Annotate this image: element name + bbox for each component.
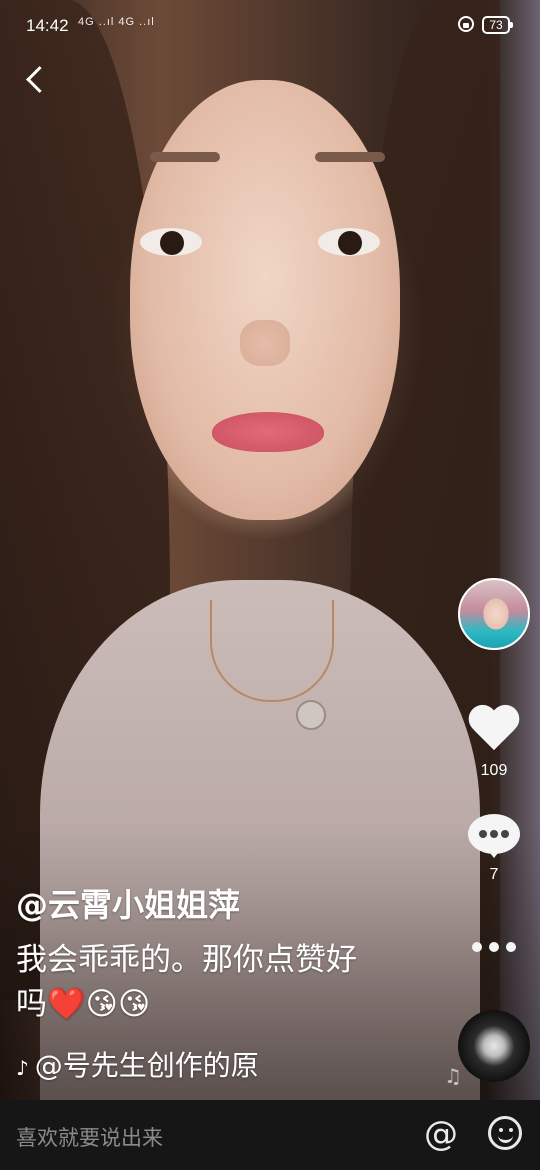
status-time: 14:42 xyxy=(26,16,69,35)
video-nose xyxy=(240,320,290,366)
signal-icon: 4G ..ıl 4G ..ıl xyxy=(78,16,155,28)
video-brow-right xyxy=(315,152,385,162)
like-count: 109 xyxy=(480,762,508,779)
heart-icon[interactable] xyxy=(468,704,520,756)
music-note-small-icon: ♪ xyxy=(16,1056,29,1080)
rotation-lock-icon xyxy=(458,16,474,32)
status-bar: 14:42 4G ..ıl 4G ..ıl 73 xyxy=(0,0,540,54)
video-eye-right xyxy=(318,228,380,256)
author-avatar[interactable] xyxy=(458,578,530,650)
music-note-icon: ♫ xyxy=(444,1064,462,1088)
music-title[interactable]: ♪ @号先生创作的原 xyxy=(16,1044,316,1084)
video-lips xyxy=(212,412,324,452)
comment-icon[interactable] xyxy=(468,814,520,860)
kiss-emoji: 😘 xyxy=(117,986,151,1022)
video-background[interactable] xyxy=(0,0,540,1100)
battery-icon: 73 xyxy=(482,16,513,34)
kiss-emoji: 😘 xyxy=(85,986,118,1022)
author-name[interactable]: @云霄小姐姐萍 xyxy=(16,880,240,926)
music-disc-icon[interactable] xyxy=(458,1010,530,1082)
like-button[interactable]: 109 xyxy=(460,704,528,780)
video-brow-left xyxy=(150,152,220,162)
at-icon[interactable]: @ xyxy=(424,1114,458,1154)
comment-dots xyxy=(479,830,509,838)
comment-input-bar[interactable]: 喜欢就要说出来 @ xyxy=(0,1100,540,1170)
more-icon[interactable] xyxy=(472,942,516,954)
video-pendant xyxy=(296,700,326,730)
video-eye-left xyxy=(140,228,202,256)
video-face xyxy=(130,80,400,520)
comment-count: 7 xyxy=(489,866,499,883)
comment-button[interactable]: 7 xyxy=(460,814,528,884)
video-caption: 我会乖乖的。那你点赞好吗❤️😘😘 xyxy=(16,938,386,1026)
back-arrow-icon[interactable] xyxy=(20,62,54,100)
emoji-icon[interactable] xyxy=(488,1116,522,1150)
music-title-text: @号先生创作的原 xyxy=(34,1049,259,1082)
heart-emoji: ❤️ xyxy=(47,986,86,1022)
comment-input[interactable]: 喜欢就要说出来 xyxy=(16,1122,163,1152)
